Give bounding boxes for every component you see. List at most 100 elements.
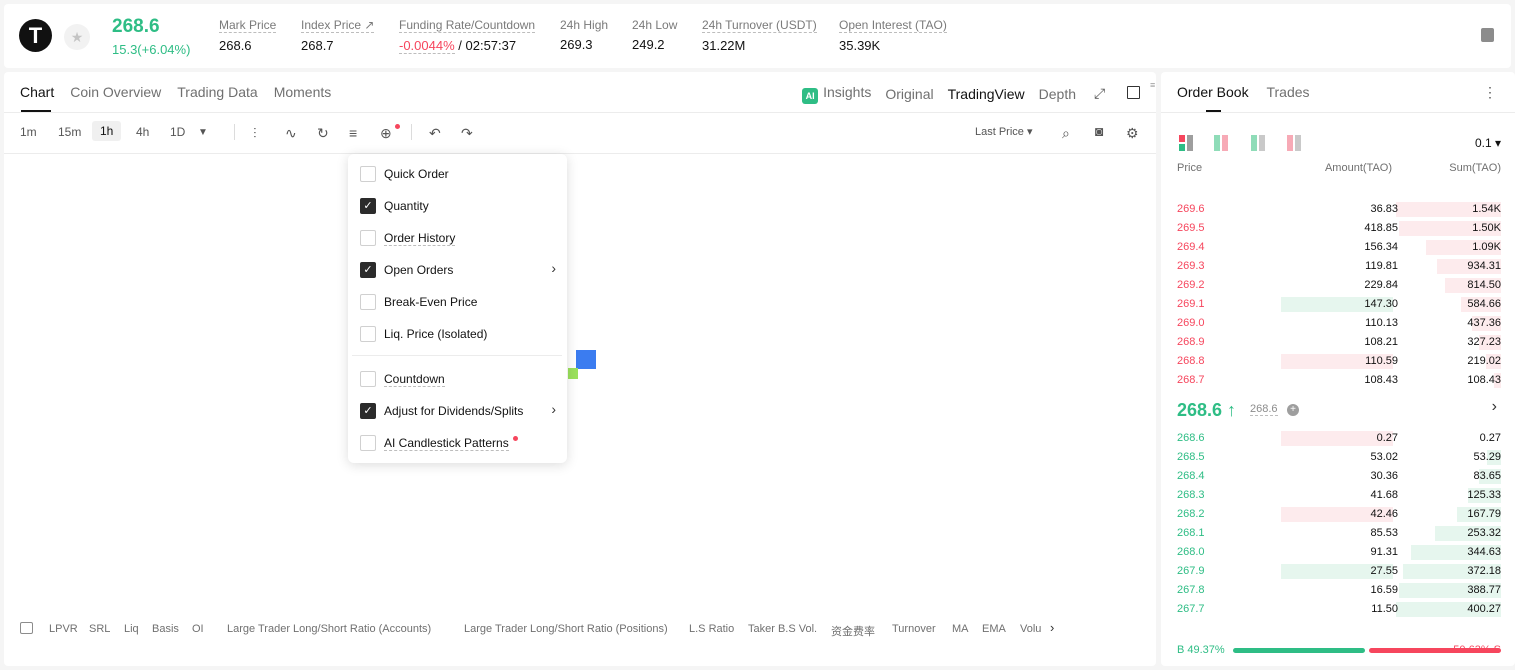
sell-row[interactable]: 269.1 147.30 584.66 xyxy=(1177,295,1501,314)
menu-item-adjust-dividends[interactable]: ✓ Adjust for Dividends/Splits › xyxy=(360,401,560,421)
interval-1m[interactable]: 1m xyxy=(20,125,37,139)
document-icon[interactable] xyxy=(1481,28,1494,42)
sell-row[interactable]: 268.8 110.59 219.02 xyxy=(1177,352,1501,371)
chevron-right-icon[interactable]: › xyxy=(1492,398,1497,416)
camera-icon[interactable]: ◙ xyxy=(1095,123,1103,139)
view-insights[interactable]: AI Insights xyxy=(802,84,871,104)
tab-trading-data[interactable]: Trading Data xyxy=(177,84,257,100)
checkbox[interactable] xyxy=(360,294,376,310)
checkbox-checked[interactable]: ✓ xyxy=(360,403,376,419)
stat-index-price[interactable]: Index Price ↗ 268.7 xyxy=(301,18,375,53)
search-icon[interactable]: ⌕ xyxy=(1062,125,1070,142)
view-original[interactable]: Original xyxy=(885,86,933,102)
buy-row[interactable]: 268.2 42.46 167.79 xyxy=(1177,505,1501,524)
sell-row[interactable]: 268.7 108.43 108.43 xyxy=(1177,371,1501,390)
checkbox[interactable] xyxy=(360,230,376,246)
favorite-star-icon[interactable]: ★ xyxy=(64,24,90,50)
drag-handle-icon[interactable]: ≡ xyxy=(1150,80,1155,90)
add-overlay-icon[interactable]: ⊕ xyxy=(380,125,392,142)
buy-row[interactable]: 267.9 27.55 372.18 xyxy=(1177,562,1501,581)
sell-row[interactable]: 268.9 108.21 327.23 xyxy=(1177,333,1501,352)
redo-icon[interactable]: ↷ xyxy=(461,125,473,142)
info-plus-icon[interactable]: + xyxy=(1287,404,1299,416)
interval-1d[interactable]: 1D xyxy=(170,125,185,139)
checkbox[interactable] xyxy=(360,326,376,342)
calendar-icon[interactable] xyxy=(20,622,33,634)
drawing-list-icon[interactable]: ≡ xyxy=(349,125,357,141)
indicator-item[interactable]: Liq xyxy=(124,623,139,635)
expand-icon[interactable]: ⤢ xyxy=(1094,85,1105,102)
undo-icon[interactable]: ↶ xyxy=(429,125,441,142)
buy-row[interactable]: 268.4 30.36 83.65 xyxy=(1177,467,1501,486)
indicator-item[interactable]: Basis xyxy=(152,623,179,635)
sell-row[interactable]: 269.6 36.83 1.54K xyxy=(1177,200,1501,219)
indicator-item[interactable]: MA xyxy=(952,623,969,635)
indicator-item[interactable]: Volu xyxy=(1020,623,1041,635)
tab-chart[interactable]: Chart xyxy=(20,84,54,100)
checkbox-checked[interactable]: ✓ xyxy=(360,198,376,214)
chevron-right-icon[interactable]: › xyxy=(551,260,556,276)
menu-item-quantity[interactable]: ✓ Quantity xyxy=(360,196,560,216)
scroll-right-icon[interactable]: › xyxy=(1050,620,1054,635)
indicator-item[interactable]: L.S Ratio xyxy=(689,623,734,635)
menu-item-quick-order[interactable]: Quick Order xyxy=(360,164,560,184)
overlay-settings-menu: Quick Order ✓ Quantity Order History ✓ Ope… xyxy=(348,154,567,463)
settings-gear-icon[interactable]: ⚙ xyxy=(1126,125,1139,142)
sell-row[interactable]: 269.5 418.85 1.50K xyxy=(1177,219,1501,238)
buy-sum: 372.18 xyxy=(1467,565,1501,577)
interval-15m[interactable]: 15m xyxy=(58,125,81,139)
refresh-icon[interactable]: ↻ xyxy=(317,125,329,142)
tab-trades[interactable]: Trades xyxy=(1266,84,1309,100)
window-mode-icon[interactable] xyxy=(1127,86,1140,99)
indicator-item[interactable]: Taker B.S Vol. xyxy=(748,623,817,635)
menu-item-countdown[interactable]: Countdown xyxy=(360,369,560,389)
indicator-item[interactable]: 资金费率 xyxy=(831,623,875,639)
menu-item-open-orders[interactable]: ✓ Open Orders › xyxy=(360,260,560,280)
buy-row[interactable]: 268.0 91.31 344.63 xyxy=(1177,543,1501,562)
menu-item-order-history[interactable]: Order History xyxy=(360,228,560,248)
layout-asks-icon[interactable] xyxy=(1287,135,1303,151)
more-options-icon[interactable]: ⋮ xyxy=(1483,84,1497,101)
indicator-item[interactable]: Large Trader Long/Short Ratio (Positions… xyxy=(464,623,668,635)
tab-moments[interactable]: Moments xyxy=(274,84,332,100)
sell-row[interactable]: 269.3 119.81 934.31 xyxy=(1177,257,1501,276)
indicator-item[interactable]: EMA xyxy=(982,623,1006,635)
layout-both-icon[interactable] xyxy=(1179,135,1195,151)
checkbox[interactable] xyxy=(360,371,376,387)
menu-item-break-even[interactable]: Break-Even Price xyxy=(360,292,560,312)
checkbox[interactable] xyxy=(360,166,376,182)
candlestick-icon[interactable]: ⫶ xyxy=(253,125,257,142)
buy-row[interactable]: 268.1 85.53 253.32 xyxy=(1177,524,1501,543)
interval-1h[interactable]: 1h xyxy=(92,121,122,141)
view-depth[interactable]: Depth xyxy=(1039,86,1076,102)
indicator-item[interactable]: Turnover xyxy=(892,623,936,635)
buy-row[interactable]: 268.6 0.27 0.27 xyxy=(1177,429,1501,448)
layout-bids-icon[interactable] xyxy=(1251,135,1267,151)
sell-row[interactable]: 269.4 156.34 1.09K xyxy=(1177,238,1501,257)
sell-row[interactable]: 269.2 229.84 814.50 xyxy=(1177,276,1501,295)
indicator-item[interactable]: SRL xyxy=(89,623,110,635)
buy-row[interactable]: 267.8 16.59 388.77 xyxy=(1177,581,1501,600)
price-step-select[interactable]: 0.1 ▾ xyxy=(1475,136,1501,150)
indicator-item[interactable]: Large Trader Long/Short Ratio (Accounts) xyxy=(227,623,431,635)
view-tradingview[interactable]: TradingView xyxy=(948,86,1025,102)
checkbox-checked[interactable]: ✓ xyxy=(360,262,376,278)
buy-sum: 53.29 xyxy=(1473,451,1501,463)
checkbox[interactable] xyxy=(360,435,376,451)
interval-4h[interactable]: 4h xyxy=(136,125,149,139)
menu-item-ai-candlestick[interactable]: AI Candlestick Patterns xyxy=(360,433,560,453)
chevron-right-icon[interactable]: › xyxy=(551,401,556,417)
menu-item-liq-price[interactable]: Liq. Price (Isolated) xyxy=(360,324,560,344)
indicator-item[interactable]: OI xyxy=(192,623,204,635)
sell-row[interactable]: 269.0 110.13 437.36 xyxy=(1177,314,1501,333)
indicator-icon[interactable]: ∿ xyxy=(285,125,297,142)
buy-row[interactable]: 268.5 53.02 53.29 xyxy=(1177,448,1501,467)
interval-dropdown-icon[interactable]: ▼ xyxy=(198,127,208,138)
layout-both-alt-icon[interactable] xyxy=(1214,135,1230,151)
tab-order-book[interactable]: Order Book xyxy=(1177,84,1249,100)
buy-row[interactable]: 268.3 41.68 125.33 xyxy=(1177,486,1501,505)
indicator-item[interactable]: LPVR xyxy=(49,623,78,635)
price-type-select[interactable]: Last Price ▾ xyxy=(975,125,1033,138)
buy-row[interactable]: 267.7 11.50 400.27 xyxy=(1177,600,1501,619)
tab-coin-overview[interactable]: Coin Overview xyxy=(70,84,161,100)
